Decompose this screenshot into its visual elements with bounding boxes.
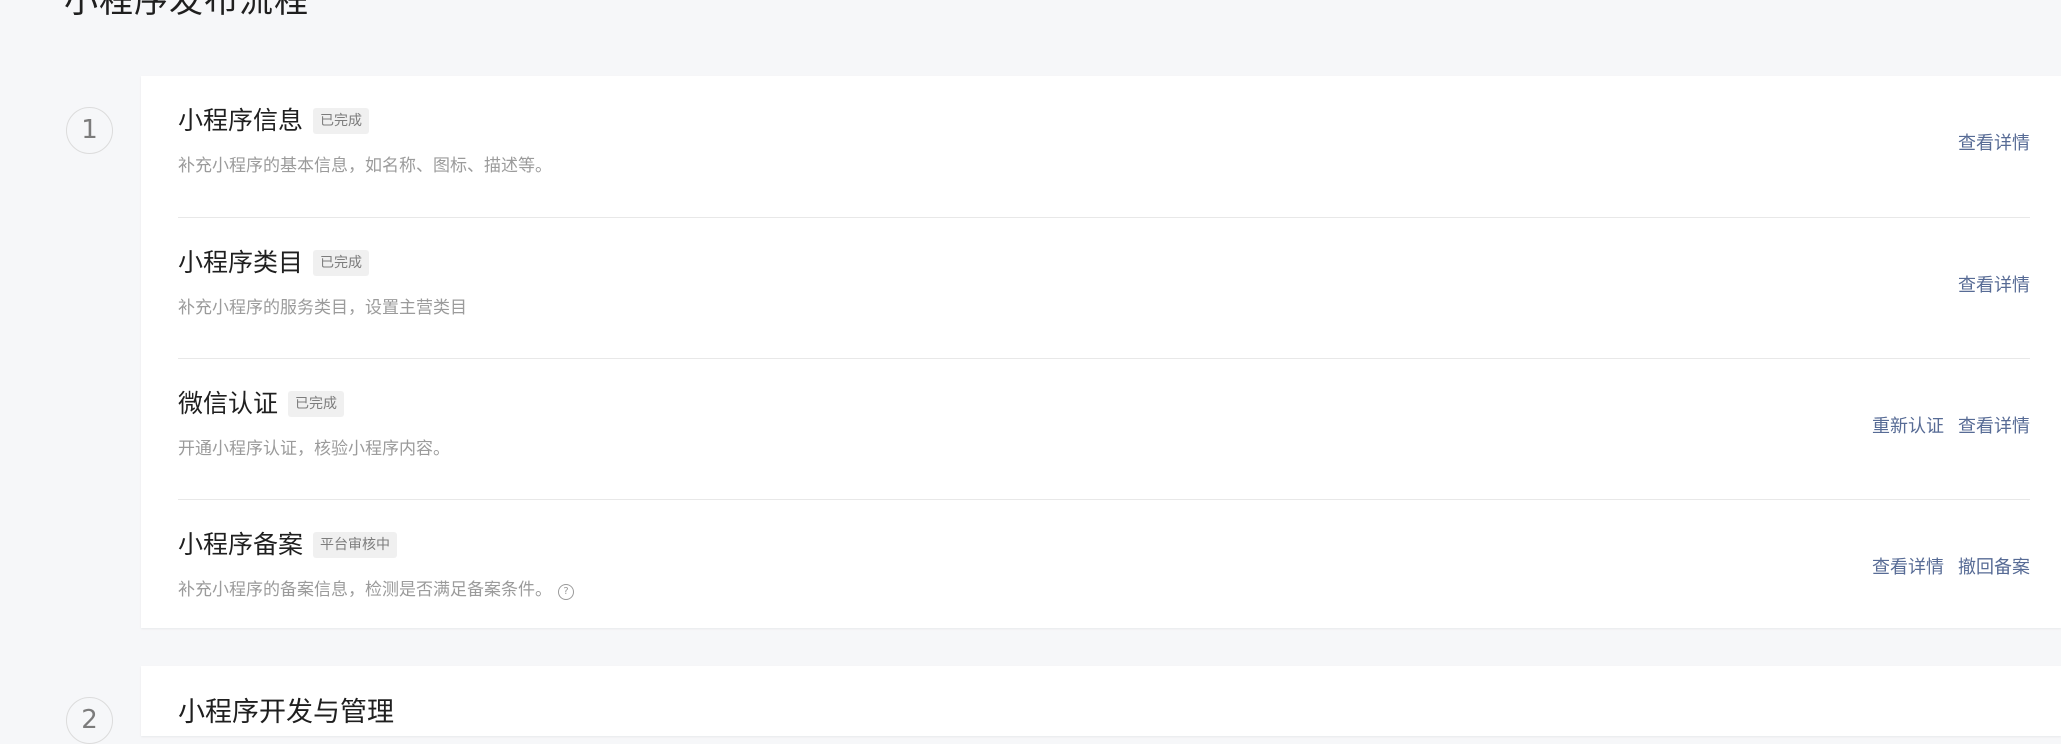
step-2-title: 小程序开发与管理 (178, 697, 394, 728)
withdraw-filing-link[interactable]: 撤回备案 (1958, 557, 2030, 578)
row-miniprogram-filing: 小程序备案 平台审核中 补充小程序的备案信息，检测是否满足备案条件。? 查看详情撤… (178, 499, 2030, 640)
row-title: 微信认证 (178, 389, 279, 418)
row-actions: 重新认证 查看详情 (1858, 414, 2030, 440)
step-number-1: 1 (66, 107, 113, 154)
row-actions: 查看详情 (1944, 131, 2030, 157)
row-miniprogram-info: 小程序信息 已完成 补充小程序的基本信息，如名称、图标、描述等。 查看详情 (178, 76, 2030, 217)
row-description: 补充小程序的服务类目，设置主营类目 (178, 298, 467, 318)
row-actions: 查看详情 撤回备案 (1858, 555, 2030, 581)
row-title: 小程序信息 (178, 106, 304, 135)
question-circle-icon[interactable]: ? (558, 584, 574, 600)
view-details-link[interactable]: 查看详情 (1958, 416, 2030, 437)
status-badge: 已完成 (313, 250, 370, 276)
step-number-2: 2 (66, 697, 113, 744)
status-badge: 已完成 (313, 108, 370, 134)
reverify-link[interactable]: 重新认证 (1872, 416, 1944, 437)
row-description: 开通小程序认证，核验小程序内容。 (178, 439, 450, 459)
status-badge: 平台审核中 (313, 532, 398, 558)
row-wechat-verification: 微信认证 已完成 开通小程序认证，核验小程序内容。 重新认证 查看详情 (178, 358, 2030, 499)
row-actions: 查看详情 (1944, 273, 2030, 299)
view-details-link[interactable]: 查看详情 (1958, 275, 2030, 296)
status-badge: 已完成 (288, 391, 345, 417)
view-details-link[interactable]: 查看详情 (1958, 133, 2030, 154)
row-description: 补充小程序的基本信息，如名称、图标、描述等。 (178, 156, 552, 176)
row-miniprogram-category: 小程序类目 已完成 补充小程序的服务类目，设置主营类目 查看详情 (178, 217, 2030, 358)
step-1-card: 小程序信息 已完成 补充小程序的基本信息，如名称、图标、描述等。 查看详情 小程序… (141, 76, 2061, 628)
page-title: 小程序发布流程 (64, 0, 309, 21)
row-description: 补充小程序的备案信息，检测是否满足备案条件。 (178, 580, 552, 600)
view-details-link[interactable]: 查看详情 (1872, 557, 1944, 578)
row-title: 小程序类目 (178, 248, 304, 277)
row-title: 小程序备案 (178, 530, 304, 559)
